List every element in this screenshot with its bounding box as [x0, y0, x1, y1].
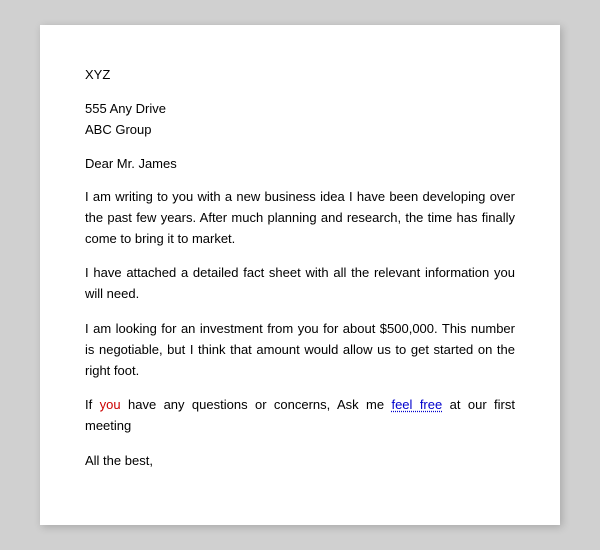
paragraph3: I am looking for an investment from you …	[85, 319, 515, 381]
paragraph2: I have attached a detailed fact sheet wi…	[85, 263, 515, 305]
paragraph1: I am writing to you with a new business …	[85, 187, 515, 249]
paragraph4: If you have any questions or concerns, A…	[85, 395, 515, 437]
paragraph4-feel-free: feel free	[391, 397, 442, 412]
salutation: Dear Mr. James	[85, 154, 515, 174]
address-line2: ABC Group	[85, 120, 515, 140]
paragraph4-part2: have any questions or concerns, Ask me	[121, 397, 392, 412]
address-line1: 555 Any Drive	[85, 99, 515, 119]
closing: All the best,	[85, 451, 515, 471]
sender-name: XYZ	[85, 65, 515, 85]
paragraph4-you: you	[100, 397, 121, 412]
letter-document: XYZ 555 Any Drive ABC Group Dear Mr. Jam…	[40, 25, 560, 525]
paragraph4-part1: If	[85, 397, 100, 412]
